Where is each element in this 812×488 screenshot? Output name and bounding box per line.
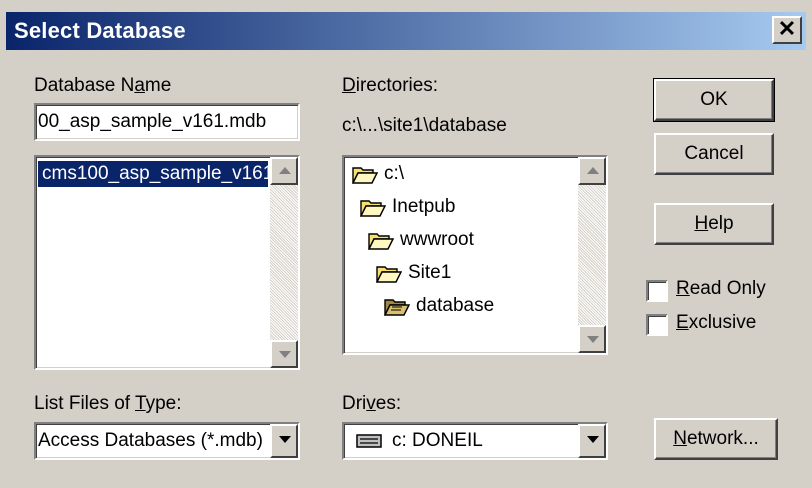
read-only-checkbox-box[interactable] [646, 280, 668, 302]
hard-drive-icon [356, 434, 382, 448]
open-folder-icon [368, 233, 394, 250]
drives-value: c: DONEIL [392, 430, 483, 451]
directory-tree[interactable]: c:\ Inetpub wwwroot Site1 database [342, 155, 608, 355]
read-only-label: Read Only [676, 278, 766, 299]
drives-label: Drives: [342, 393, 402, 414]
open-folder-selected-icon [384, 299, 410, 316]
help-button[interactable]: Help [654, 203, 774, 245]
arrow-down-icon [587, 336, 599, 343]
database-name-value: 00_asp_sample_v161.mdb [38, 111, 267, 132]
directories-label: Directories: [342, 75, 439, 96]
drives-select[interactable]: c: DONEIL [342, 422, 608, 460]
list-item-label: cms100_asp_sample_v161.mdb [42, 163, 268, 184]
select-database-dialog: Select Database ✕ Database Name 00_asp_s… [0, 0, 812, 488]
file-type-select[interactable]: Access Databases (*.mdb) [34, 422, 300, 460]
network-button[interactable]: Network... [654, 418, 778, 460]
file-type-dropdown-button[interactable] [270, 424, 298, 458]
exclusive-checkbox[interactable]: Exclusive [646, 312, 796, 338]
scroll-up-button[interactable] [578, 157, 606, 185]
open-folder-icon [376, 266, 402, 283]
exclusive-label: Exclusive [676, 312, 757, 333]
read-only-checkbox[interactable]: Read Only [646, 278, 796, 304]
ok-button[interactable]: OK [653, 78, 775, 122]
file-type-label: List Files of Type: [34, 393, 182, 414]
file-list-scrollbar[interactable] [270, 157, 298, 368]
file-type-value: Access Databases (*.mdb) [38, 430, 263, 451]
arrow-down-icon [279, 351, 291, 358]
database-name-input[interactable]: 00_asp_sample_v161.mdb [34, 103, 300, 141]
arrow-up-icon [587, 167, 599, 174]
arrow-up-icon [279, 167, 291, 174]
cancel-button[interactable]: Cancel [654, 133, 774, 175]
scroll-down-button[interactable] [578, 325, 606, 353]
window-title: Select Database [14, 18, 186, 43]
list-item[interactable]: cms100_asp_sample_v161.mdb [38, 161, 268, 187]
exclusive-checkbox-box[interactable] [646, 314, 668, 336]
open-folder-icon [352, 167, 378, 184]
drives-dropdown-button[interactable] [578, 424, 606, 458]
scroll-down-button[interactable] [270, 340, 298, 368]
chevron-down-icon [279, 436, 291, 443]
current-path: c:\...\site1\database [342, 115, 507, 136]
close-icon: ✕ [777, 16, 797, 41]
scroll-up-button[interactable] [270, 157, 298, 185]
database-name-label: Database Name [34, 75, 172, 96]
directory-scrollbar[interactable] [578, 157, 606, 353]
title-bar[interactable]: Select Database ✕ [6, 12, 806, 50]
close-button[interactable]: ✕ [772, 16, 802, 44]
database-file-list[interactable]: cms100_asp_sample_v161.mdb [34, 155, 300, 370]
chevron-down-icon [587, 436, 599, 443]
open-folder-icon [360, 200, 386, 217]
